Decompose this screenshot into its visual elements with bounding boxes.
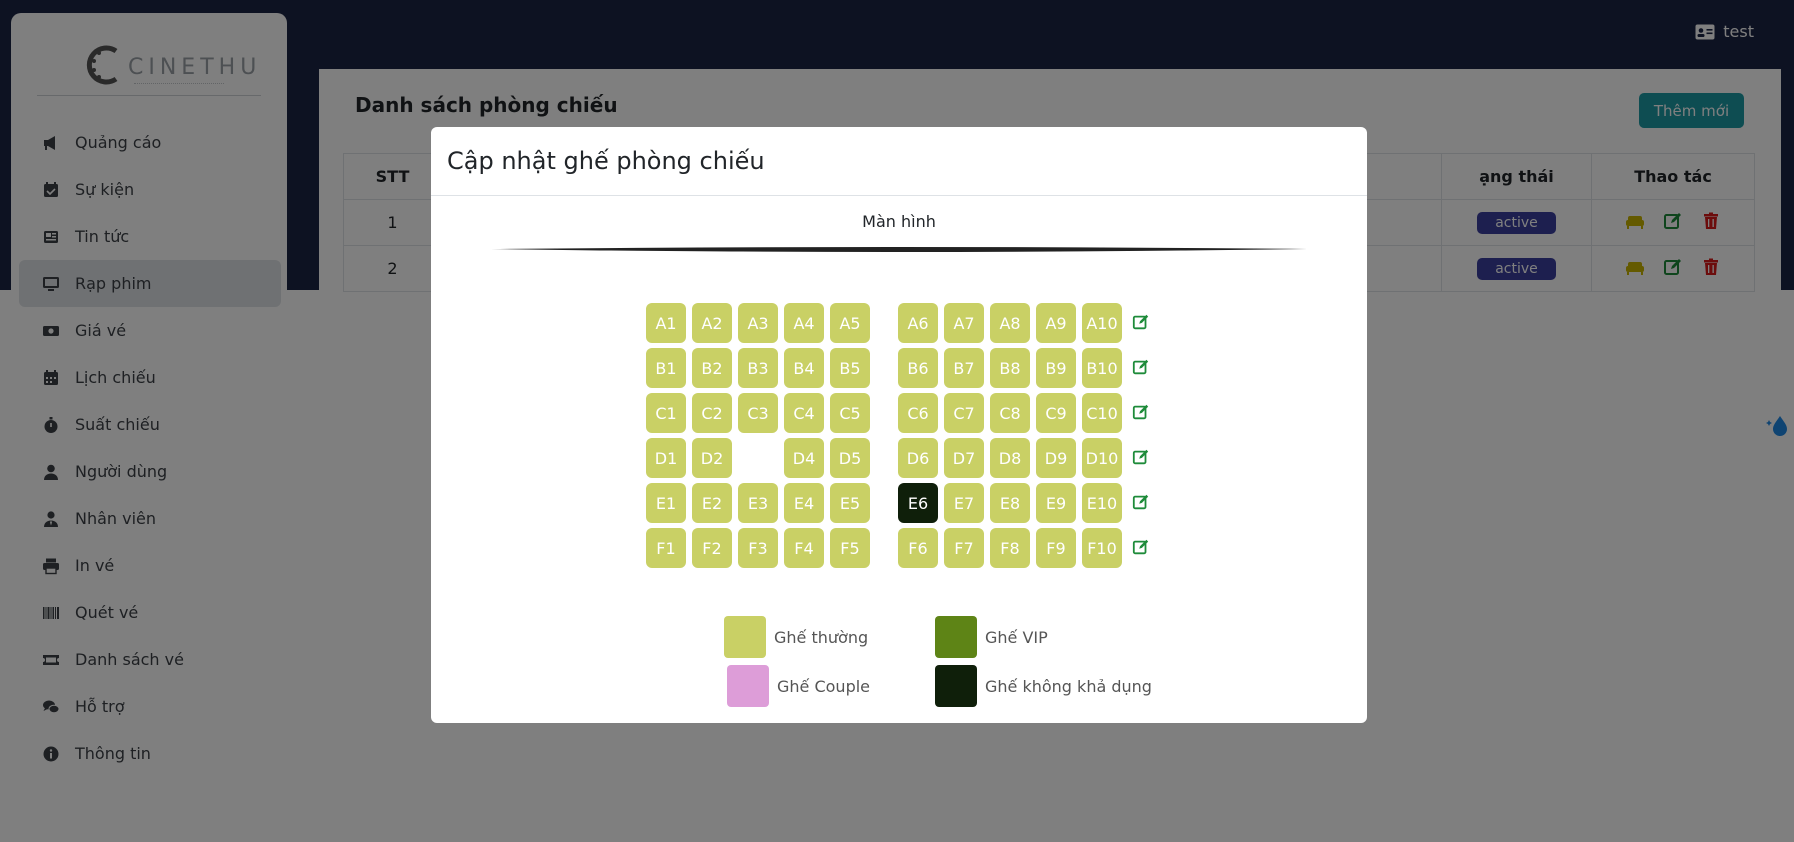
seat-row: C1 C2 C3 C4 C5 C6 C7 C8 C9 C10 [646, 393, 1166, 433]
legend-label: Ghế Couple [777, 676, 871, 696]
seat-d1[interactable]: D1 [646, 438, 686, 478]
screen-label: Màn hình [862, 212, 936, 231]
seat-d6[interactable]: D6 [898, 438, 938, 478]
seat-legend: Ghế thường Ghế VIP Ghế Couple Ghế không … [431, 616, 1367, 716]
row-edit-icon[interactable] [1132, 313, 1150, 331]
legend-swatch-couple [727, 665, 769, 707]
seat-f8[interactable]: F8 [990, 528, 1030, 568]
seat-c8[interactable]: C8 [990, 393, 1030, 433]
legend-label: Ghế không khả dụng [985, 676, 1152, 696]
seat-row: F1 F2 F3 F4 F5 F6 F7 F8 F9 F10 [646, 528, 1166, 568]
seat-b9[interactable]: B9 [1036, 348, 1076, 388]
seat-c10[interactable]: C10 [1082, 393, 1122, 433]
seat-b1[interactable]: B1 [646, 348, 686, 388]
seat-e8[interactable]: E8 [990, 483, 1030, 523]
seat-f9[interactable]: F9 [1036, 528, 1076, 568]
legend-label: Ghế VIP [985, 627, 1048, 647]
seat-a2[interactable]: A2 [692, 303, 732, 343]
seat-a9[interactable]: A9 [1036, 303, 1076, 343]
seat-d8[interactable]: D8 [990, 438, 1030, 478]
seat-d10[interactable]: D10 [1082, 438, 1122, 478]
seat-a7[interactable]: A7 [944, 303, 984, 343]
seat-f6[interactable]: F6 [898, 528, 938, 568]
seat-update-modal: Cập nhật ghế phòng chiếu Màn hình A1 A2 A3… [431, 127, 1367, 723]
seat-row: D1 D2 D4 D5 D6 D7 D8 D9 D10 [646, 438, 1166, 478]
seat-e4[interactable]: E4 [784, 483, 824, 523]
seat-e6[interactable]: E6 [898, 483, 938, 523]
seat-f7[interactable]: F7 [944, 528, 984, 568]
modal-header: Cập nhật ghế phòng chiếu [431, 127, 1367, 196]
seat-row: B1 B2 B3 B4 B5 B6 B7 B8 B9 B10 [646, 348, 1166, 388]
seat-b10[interactable]: B10 [1082, 348, 1122, 388]
seat-b3[interactable]: B3 [738, 348, 778, 388]
seat-a1[interactable]: A1 [646, 303, 686, 343]
row-edit-icon[interactable] [1132, 403, 1150, 421]
legend-swatch-normal [724, 616, 766, 658]
seat-c7[interactable]: C7 [944, 393, 984, 433]
row-edit-icon[interactable] [1132, 358, 1150, 376]
seat-e10[interactable]: E10 [1082, 483, 1122, 523]
legend-normal: Ghế thường [724, 616, 868, 658]
seat-a10[interactable]: A10 [1082, 303, 1122, 343]
seat-d5[interactable]: D5 [830, 438, 870, 478]
legend-couple: Ghế Couple [727, 665, 870, 707]
seat-b4[interactable]: B4 [784, 348, 824, 388]
seat-a4[interactable]: A4 [784, 303, 824, 343]
seat-c4[interactable]: C4 [784, 393, 824, 433]
seat-c5[interactable]: C5 [830, 393, 870, 433]
seat-e1[interactable]: E1 [646, 483, 686, 523]
seat-d4[interactable]: D4 [784, 438, 824, 478]
seat-a3[interactable]: A3 [738, 303, 778, 343]
seat-c2[interactable]: C2 [692, 393, 732, 433]
seat-f1[interactable]: F1 [646, 528, 686, 568]
modal-title: Cập nhật ghế phòng chiếu [447, 147, 765, 175]
seat-b6[interactable]: B6 [898, 348, 938, 388]
legend-swatch-unavailable [935, 665, 977, 707]
row-edit-icon[interactable] [1132, 448, 1150, 466]
seat-f10[interactable]: F10 [1082, 528, 1122, 568]
seat-e3[interactable]: E3 [738, 483, 778, 523]
seat-e7[interactable]: E7 [944, 483, 984, 523]
seat-f2[interactable]: F2 [692, 528, 732, 568]
legend-swatch-vip [935, 616, 977, 658]
legend-label: Ghế thường [774, 627, 869, 647]
seat-b7[interactable]: B7 [944, 348, 984, 388]
screen-curve [491, 247, 1307, 252]
seat-e5[interactable]: E5 [830, 483, 870, 523]
legend-unavailable: Ghế không khả dụng [935, 665, 1152, 707]
seat-b2[interactable]: B2 [692, 348, 732, 388]
seat-c6[interactable]: C6 [898, 393, 938, 433]
seat-a6[interactable]: A6 [898, 303, 938, 343]
seat-c9[interactable]: C9 [1036, 393, 1076, 433]
seat-row: E1 E2 E3 E4 E5 E6 E7 E8 E9 E10 [646, 483, 1166, 523]
seat-row: A1 A2 A3 A4 A5 A6 A7 A8 A9 A10 [646, 303, 1166, 343]
seat-e9[interactable]: E9 [1036, 483, 1076, 523]
seat-f3[interactable]: F3 [738, 528, 778, 568]
seat-d7[interactable]: D7 [944, 438, 984, 478]
legend-vip: Ghế VIP [935, 616, 1048, 658]
seat-a8[interactable]: A8 [990, 303, 1030, 343]
seat-f5[interactable]: F5 [830, 528, 870, 568]
seat-b5[interactable]: B5 [830, 348, 870, 388]
row-edit-icon[interactable] [1132, 493, 1150, 511]
seat-a5[interactable]: A5 [830, 303, 870, 343]
seat-d9[interactable]: D9 [1036, 438, 1076, 478]
row-edit-icon[interactable] [1132, 538, 1150, 556]
seat-e2[interactable]: E2 [692, 483, 732, 523]
seat-b8[interactable]: B8 [990, 348, 1030, 388]
seat-c1[interactable]: C1 [646, 393, 686, 433]
seat-d2[interactable]: D2 [692, 438, 732, 478]
seat-f4[interactable]: F4 [784, 528, 824, 568]
seat-c3[interactable]: C3 [738, 393, 778, 433]
